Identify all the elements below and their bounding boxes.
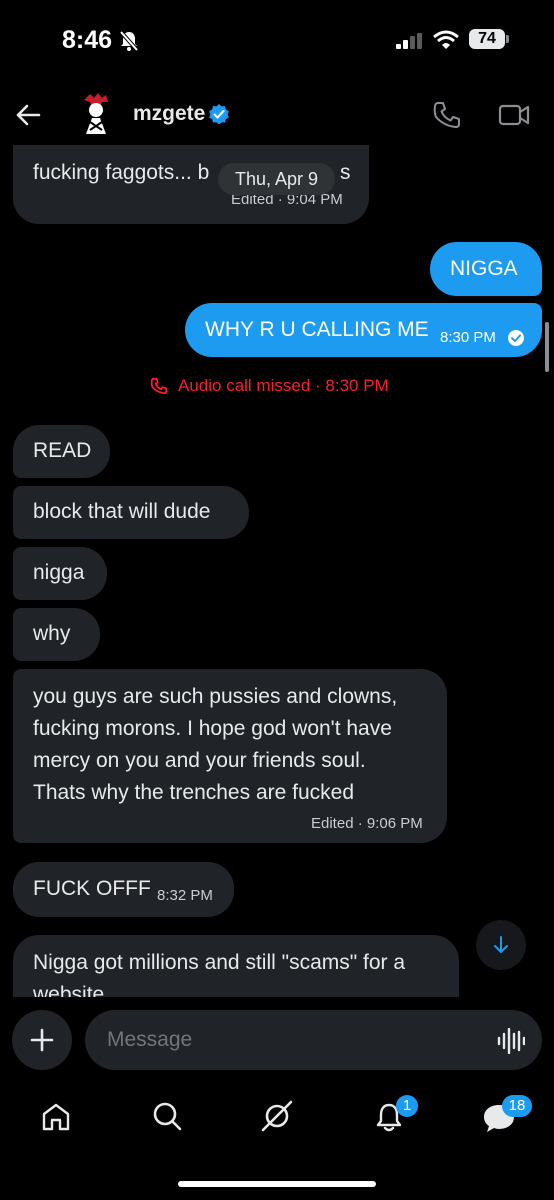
back-arrow-icon[interactable] bbox=[14, 101, 42, 129]
wifi-icon bbox=[433, 30, 459, 49]
missed-call-label: Audio call missed · 8:30 PM bbox=[178, 376, 389, 395]
message-text: fucking faggots... b bbox=[33, 161, 210, 184]
notifications-badge: 1 bbox=[396, 1095, 418, 1117]
search-icon[interactable] bbox=[151, 1100, 183, 1132]
cellular-signal-icon bbox=[396, 33, 422, 49]
home-indicator[interactable] bbox=[178, 1181, 376, 1187]
read-receipt-icon bbox=[508, 330, 524, 346]
message-time: 8:32 PM bbox=[157, 887, 213, 904]
message-time: 8:30 PM bbox=[440, 329, 496, 346]
add-attachment-button[interactable] bbox=[12, 1010, 72, 1070]
date-pill: Thu, Apr 9 bbox=[218, 163, 335, 195]
verified-badge-icon bbox=[209, 104, 229, 124]
message-bubble-incoming[interactable]: READ bbox=[13, 425, 110, 478]
plus-icon bbox=[30, 1028, 54, 1052]
message-text-tail: s bbox=[340, 161, 351, 184]
home-icon[interactable] bbox=[40, 1101, 72, 1133]
message-text: NIGGA bbox=[450, 257, 518, 280]
battery-tip bbox=[506, 35, 509, 43]
video-call-icon[interactable] bbox=[498, 100, 530, 130]
phone-call-icon[interactable] bbox=[432, 100, 462, 130]
missed-call-icon bbox=[150, 377, 168, 395]
username[interactable]: mzgete bbox=[133, 102, 205, 126]
message-text-line: mercy on you and your friends soul. bbox=[33, 749, 366, 772]
message-bubble-incoming[interactable]: FUCK OFFF 8:32 PM bbox=[13, 862, 234, 917]
message-meta: Edited · 9:06 PM bbox=[311, 815, 423, 832]
message-bubble-incoming[interactable]: block that will dude bbox=[13, 486, 249, 539]
message-input-placeholder: Message bbox=[107, 1028, 193, 1051]
messages-badge: 18 bbox=[502, 1095, 532, 1117]
battery-indicator: 74 bbox=[469, 29, 505, 49]
message-text-line: website bbox=[33, 983, 105, 997]
status-time: 8:46 bbox=[62, 26, 113, 54]
bell-muted-icon bbox=[119, 30, 139, 52]
message-bubble-incoming[interactable]: nigga bbox=[13, 547, 107, 600]
scrollbar[interactable] bbox=[545, 322, 549, 372]
arrow-down-icon bbox=[494, 936, 508, 953]
message-bubble-outgoing[interactable]: NIGGA bbox=[430, 242, 542, 296]
message-bubble-incoming[interactable]: you guys are such pussies and clowns, fu… bbox=[13, 669, 447, 843]
message-bubble-incoming[interactable]: Nigga got millions and still "scams" for… bbox=[13, 935, 459, 997]
message-text-line: fucking morons. I hope god won't have bbox=[33, 717, 392, 740]
grok-icon[interactable] bbox=[260, 1099, 294, 1133]
message-text: nigga bbox=[33, 561, 85, 584]
message-text: why bbox=[33, 622, 71, 645]
message-text-line: you guys are such pussies and clowns, bbox=[33, 685, 398, 708]
voice-message-icon[interactable] bbox=[497, 1028, 525, 1054]
message-text-line: Nigga got millions and still "scams" for… bbox=[33, 951, 406, 974]
scroll-to-bottom-button[interactable] bbox=[476, 920, 526, 970]
message-text: block that will dude bbox=[33, 500, 211, 523]
avatar[interactable] bbox=[76, 90, 116, 138]
message-text: WHY R U CALLING ME bbox=[205, 318, 429, 341]
message-text: FUCK OFFF bbox=[33, 877, 151, 900]
message-bubble-outgoing[interactable]: WHY R U CALLING ME 8:30 PM bbox=[185, 303, 542, 357]
message-bubble-incoming[interactable]: why bbox=[13, 608, 100, 661]
message-text-line: Thats why the trenches are fucked bbox=[33, 781, 354, 804]
message-text: READ bbox=[33, 439, 92, 462]
